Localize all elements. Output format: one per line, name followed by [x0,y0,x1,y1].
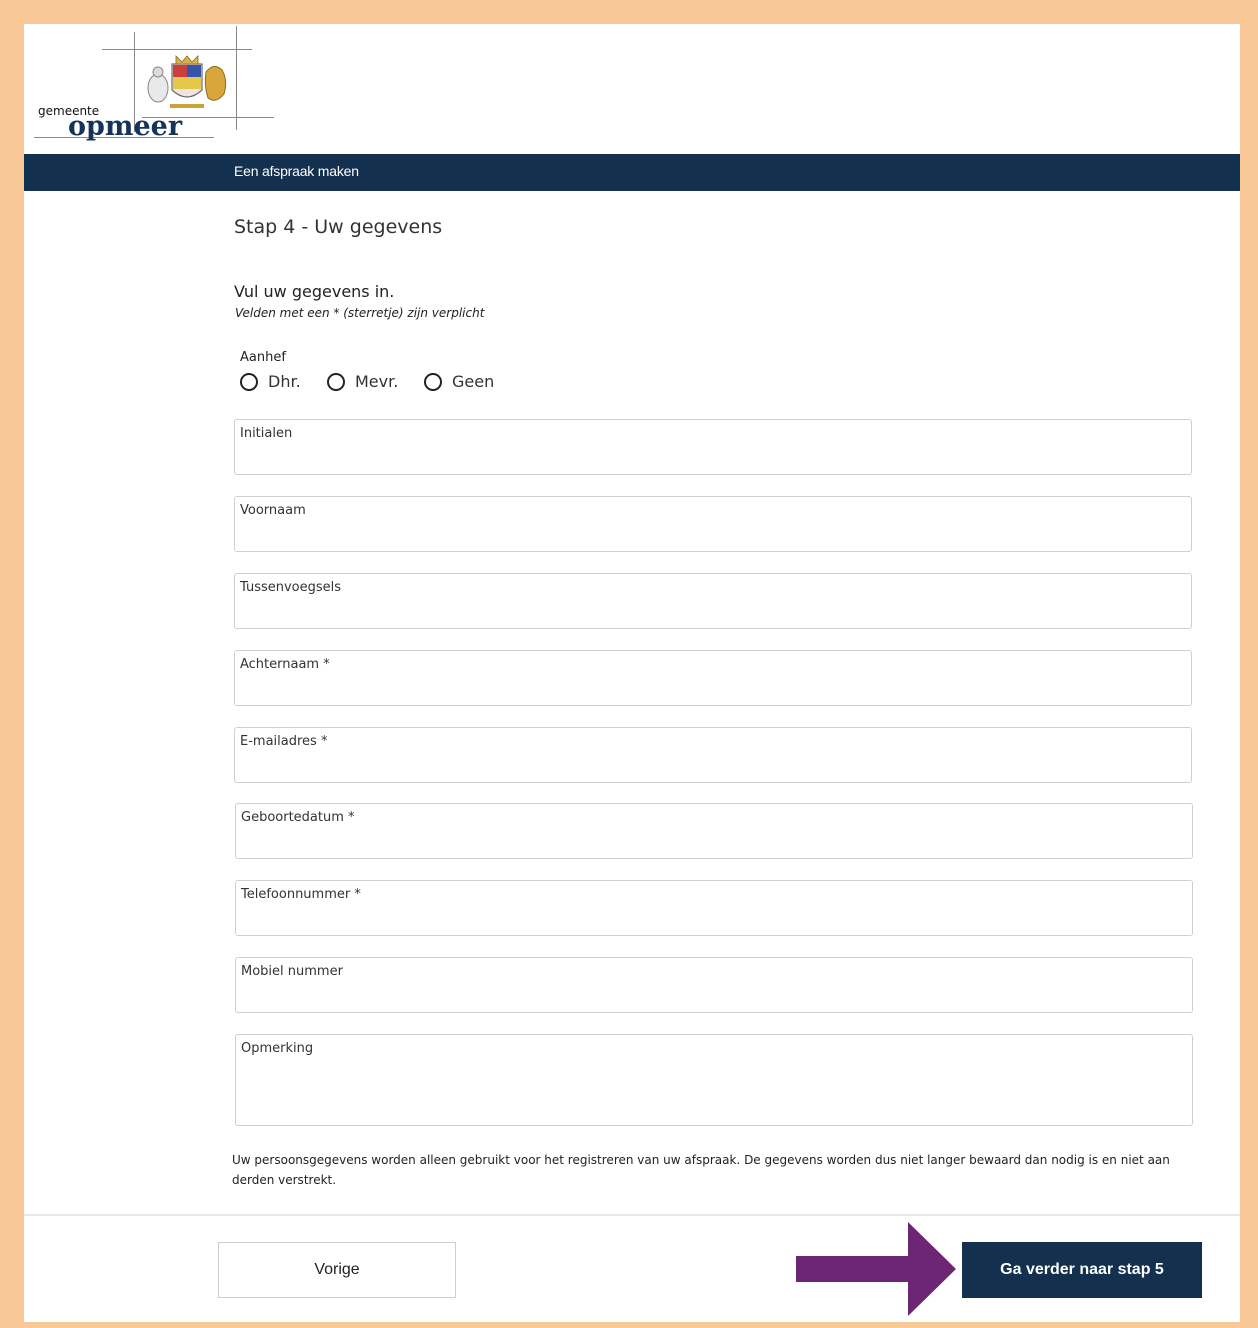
form-intro: Vul uw gegevens in. [234,282,395,301]
remark-label: Opmerking [241,1041,314,1056]
privacy-notice: Uw persoonsgegevens worden alleen gebrui… [232,1153,1170,1187]
next-step-button[interactable]: Ga verder naar stap 5 [962,1242,1202,1298]
birth-date-field[interactable]: Geboortedatum * [235,803,1193,859]
email-field[interactable]: E-mailadres * [234,727,1192,783]
mobile-field[interactable]: Mobiel nummer [235,957,1193,1013]
first-name-field[interactable]: Voornaam [234,496,1192,552]
coat-of-arms-icon [147,55,227,108]
radio-label: Geen [452,372,495,391]
initials-field[interactable]: Initialen [234,419,1192,475]
logo-line [102,49,252,50]
phone-field[interactable]: Telefoonnummer * [235,880,1193,936]
navbar-title: Een afspraak maken [234,163,359,179]
previous-button[interactable]: Vorige [218,1242,456,1298]
email-label: E-mailadres * [240,734,328,749]
arrow-right-icon [796,1222,956,1316]
initials-label: Initialen [240,426,293,441]
birth-date-label: Geboortedatum * [241,810,355,825]
required-note: Velden met een * (sterretje) zijn verpli… [235,306,485,320]
radio-unchecked-icon[interactable] [327,372,345,391]
infix-field[interactable]: Tussenvoegsels [234,573,1192,629]
radio-option-geen[interactable]: Geen [424,372,494,391]
opmeer-logo[interactable]: gemeente opmeer [24,24,284,154]
logo-text-name: opmeer [68,111,183,142]
phone-label: Telefoonnummer * [241,887,361,902]
step-title: Stap 4 - Uw gegevens [234,216,443,238]
logo-line [236,26,237,130]
radio-option-mevr[interactable]: Mevr. [327,372,398,391]
radio-unchecked-icon[interactable] [240,372,258,391]
radio-label: Dhr. [268,372,301,391]
infix-label: Tussenvoegsels [240,580,342,595]
radio-unchecked-icon[interactable] [424,372,442,391]
footer-divider [24,1214,1240,1216]
last-name-label: Achternaam * [240,657,330,672]
title-bar: Een afspraak maken [24,154,1240,191]
radio-option-dhr[interactable]: Dhr. [240,372,301,391]
mobile-label: Mobiel nummer [241,964,343,979]
radio-label: Mevr. [355,372,399,391]
first-name-label: Voornaam [240,503,306,518]
page-frame: gemeente opmeer Een afspraak maken Stap … [24,24,1240,1322]
remark-textarea[interactable]: Opmerking [235,1034,1193,1126]
salutation-label: Aanhef [240,350,286,365]
last-name-field[interactable]: Achternaam * [234,650,1192,706]
